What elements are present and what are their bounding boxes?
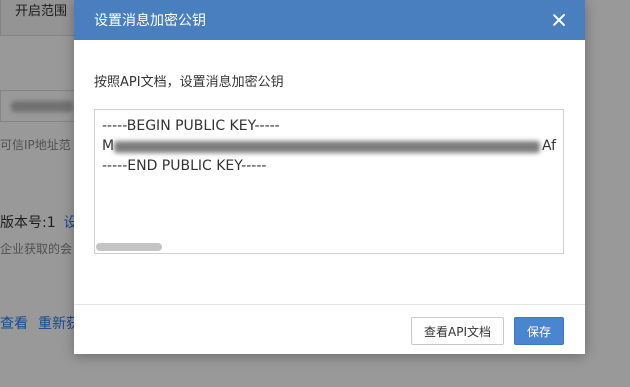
encryption-key-dialog: 设置消息加密公钥 按照API文档，设置消息加密公钥 -----BEGIN PUB… bbox=[74, 0, 585, 354]
dialog-header: 设置消息加密公钥 bbox=[74, 0, 585, 40]
dialog-title: 设置消息加密公钥 bbox=[94, 13, 206, 29]
view-api-doc-button[interactable]: 查看API文档 bbox=[411, 317, 504, 345]
dialog-footer: 查看API文档 保存 bbox=[74, 304, 585, 354]
close-icon[interactable] bbox=[552, 13, 566, 27]
horizontal-scrollbar[interactable] bbox=[95, 241, 563, 253]
key-begin-line: -----BEGIN PUBLIC KEY----- bbox=[102, 118, 280, 134]
save-button[interactable]: 保存 bbox=[514, 317, 564, 345]
scrollbar-thumb[interactable] bbox=[96, 243, 162, 251]
key-end-line: -----END PUBLIC KEY----- bbox=[102, 158, 267, 174]
public-key-textarea[interactable]: -----BEGIN PUBLIC KEY----- M Af -----END… bbox=[94, 109, 564, 254]
key-body-suffix: Af bbox=[542, 138, 557, 154]
dialog-instruction: 按照API文档，设置消息加密公钥 bbox=[94, 75, 284, 90]
key-body-line: M Af bbox=[102, 136, 556, 156]
redacted-key-content bbox=[114, 141, 540, 153]
key-body-prefix: M bbox=[102, 138, 115, 154]
